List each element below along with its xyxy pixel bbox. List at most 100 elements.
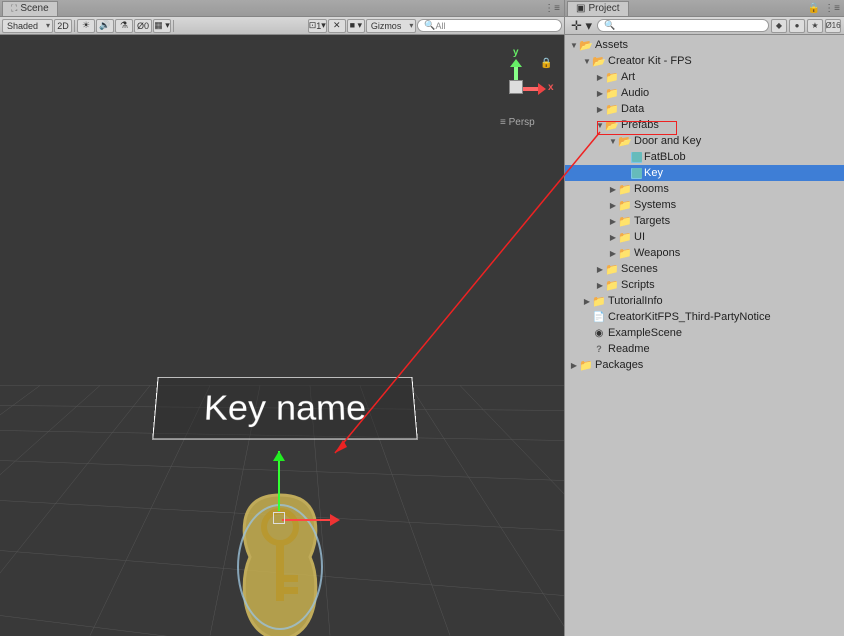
filter-label-button[interactable]: ●: [789, 19, 805, 33]
tree-item-examplescene[interactable]: ExampleScene: [565, 325, 844, 341]
scene-tab-bar: ⛶ Scene ⋮≡: [0, 0, 564, 17]
fold-toggle[interactable]: ▶: [608, 185, 618, 194]
unknown-icon: [592, 343, 606, 355]
prefab-icon: [631, 152, 642, 163]
scene-tab[interactable]: ⛶ Scene: [2, 1, 58, 16]
fold-toggle[interactable]: ▶: [608, 217, 618, 226]
tree-item-label: Systems: [634, 199, 676, 211]
fold-toggle[interactable]: ▼: [569, 41, 579, 50]
tree-item-tutorialinfo[interactable]: ▶ TutorialInfo: [565, 293, 844, 309]
scene-viewport[interactable]: Key name: [0, 35, 564, 636]
tree-item-label: Door and Key: [634, 135, 701, 147]
lighting-button[interactable]: ☀: [77, 19, 95, 33]
scene-icon: ⛶: [11, 3, 17, 14]
tab-menu-icon[interactable]: ⋮≡: [824, 3, 840, 14]
hidden-button[interactable]: Ø0: [134, 19, 152, 33]
tree-item-packages[interactable]: ▶ Packages: [565, 357, 844, 373]
fold-toggle[interactable]: ▶: [595, 265, 605, 274]
tree-item-weapons[interactable]: ▶ Weapons: [565, 245, 844, 261]
folder-icon: [605, 71, 619, 83]
tree-item-readme[interactable]: Readme: [565, 341, 844, 357]
tree-item-label: UI: [634, 231, 645, 243]
tree-item-label: Data: [621, 103, 644, 115]
tree-item-label: FatBLob: [644, 151, 686, 163]
tree-item-scripts[interactable]: ▶ Scripts: [565, 277, 844, 293]
folder-icon: [618, 199, 632, 211]
orientation-gizmo[interactable]: y x 🔒 ≡ Persp: [490, 63, 550, 143]
fold-toggle[interactable]: ▶: [608, 233, 618, 242]
transform-x-axis[interactable]: [282, 519, 332, 521]
text-icon: [592, 311, 606, 323]
tree-item-label: Weapons: [634, 247, 680, 259]
scene-panel: ⛶ Scene ⋮≡ Shaded 2D ☀ 🔊 ⚗ Ø0 ▦ ▾ ⊡ 1 ▾ …: [0, 0, 564, 636]
tree-item-fatblob[interactable]: FatBLob: [565, 149, 844, 165]
filter-type-button[interactable]: ◆: [771, 19, 787, 33]
tree-item-systems[interactable]: ▶ Systems: [565, 197, 844, 213]
grid-button[interactable]: ▦ ▾: [153, 19, 171, 33]
tree-item-ui[interactable]: ▶ UI: [565, 229, 844, 245]
tree-item-label: Readme: [608, 343, 650, 355]
fold-toggle[interactable]: ▶: [569, 361, 579, 370]
scene-toolbar: Shaded 2D ☀ 🔊 ⚗ Ø0 ▦ ▾ ⊡ 1 ▾ ✕ ■ ▾ Gizmo…: [0, 17, 564, 35]
fold-toggle[interactable]: ▶: [595, 281, 605, 290]
tree-item-rooms[interactable]: ▶Rooms: [565, 181, 844, 197]
transform-x-cone: [330, 514, 340, 526]
axis-x-label: x: [548, 82, 554, 93]
folder-icon: [579, 359, 593, 371]
tree-item-label: Audio: [621, 87, 649, 99]
audio-button[interactable]: 🔊: [96, 19, 114, 33]
scene-icon: [592, 327, 606, 339]
mode-2d-button[interactable]: 2D: [54, 19, 72, 33]
tree-item-label: Art: [621, 71, 635, 83]
scene-search[interactable]: 🔍 All: [417, 19, 562, 32]
tab-menu-icon[interactable]: ⋮≡: [544, 3, 560, 14]
shading-select[interactable]: Shaded: [2, 19, 53, 33]
camera-button[interactable]: ⊡ 1 ▾: [308, 19, 327, 33]
project-tab[interactable]: ▣ Project: [567, 1, 629, 16]
fx-button[interactable]: ⚗: [115, 19, 133, 33]
folder-icon: [618, 183, 632, 195]
create-button[interactable]: ✛ ▾: [568, 18, 595, 34]
folder-open-icon: [592, 55, 606, 67]
tree-item-label: CreatorKitFPS_Third-PartyNotice: [608, 311, 771, 323]
transform-center[interactable]: [273, 512, 285, 524]
tree-item-data[interactable]: ▶ Data: [565, 101, 844, 117]
tree-item-assets[interactable]: ▼Assets: [565, 37, 844, 53]
save-search-button[interactable]: ★: [807, 19, 823, 33]
tree-item-door-and-key[interactable]: ▼ Door and Key: [565, 133, 844, 149]
folder-icon: [605, 103, 619, 115]
fold-toggle[interactable]: ▶: [595, 89, 605, 98]
project-panel: ▣ Project 🔒 ⋮≡ ✛ ▾ 🔍 ◆ ● ★ Ø16 ▼Assets▼C…: [564, 0, 844, 636]
tree-item-label: TutorialInfo: [608, 295, 663, 307]
cam-icon-button[interactable]: ■ ▾: [347, 19, 365, 33]
fold-toggle[interactable]: ▶: [608, 249, 618, 258]
tree-item-label: ExampleScene: [608, 327, 682, 339]
tree-item-art[interactable]: ▶ Art: [565, 69, 844, 85]
tree-item-label: Scripts: [621, 279, 655, 291]
fold-toggle[interactable]: ▼: [608, 137, 618, 146]
tree-item-audio[interactable]: ▶ Audio: [565, 85, 844, 101]
tree-item-label: Packages: [595, 359, 643, 371]
fold-toggle[interactable]: ▶: [582, 297, 592, 306]
tree-item-targets[interactable]: ▶Targets: [565, 213, 844, 229]
gizmos-select[interactable]: Gizmos: [366, 19, 417, 33]
projection-label[interactable]: ≡ Persp: [500, 117, 535, 128]
tree-item-scenes[interactable]: ▶Scenes: [565, 261, 844, 277]
folder-icon: [605, 263, 619, 275]
lock-icon[interactable]: 🔒: [808, 3, 820, 14]
lock-icon[interactable]: 🔒: [540, 58, 552, 69]
tree-item-key[interactable]: Key: [565, 165, 844, 181]
tools-button[interactable]: ✕: [328, 19, 346, 33]
project-search[interactable]: 🔍: [597, 19, 769, 32]
folder-icon: [605, 87, 619, 99]
tree-item-label: Key: [644, 167, 663, 179]
tree-item-creator-kit-fps[interactable]: ▼Creator Kit - FPS: [565, 53, 844, 69]
fold-toggle[interactable]: ▶: [595, 105, 605, 114]
key-object[interactable]: [220, 485, 340, 636]
project-icon: ▣: [576, 3, 585, 14]
hidden-count-button[interactable]: Ø16: [825, 19, 841, 33]
tree-item-creatorkitfps-third-partynotice[interactable]: CreatorKitFPS_Third-PartyNotice: [565, 309, 844, 325]
fold-toggle[interactable]: ▶: [595, 73, 605, 82]
fold-toggle[interactable]: ▼: [582, 57, 592, 66]
fold-toggle[interactable]: ▶: [608, 201, 618, 210]
